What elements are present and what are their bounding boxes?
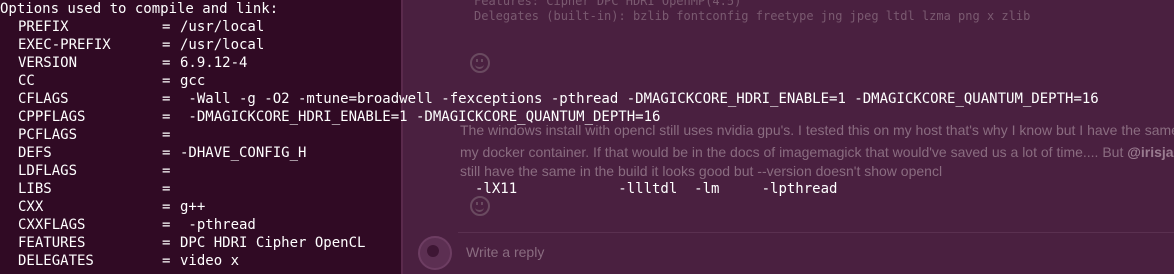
terminal-row: CPPFLAGS = -DMAGICKCORE_HDRI_ENABLE=1 -DM… (0, 108, 1174, 126)
option-key: CXX (18, 199, 44, 215)
option-equals: = (162, 91, 171, 107)
option-key: CPPFLAGS (18, 109, 86, 125)
option-value: g++ (180, 199, 206, 215)
option-equals: = (162, 199, 171, 215)
option-key: PREFIX (18, 19, 69, 35)
option-value: -pthread (180, 217, 256, 233)
option-value: gcc (180, 73, 206, 89)
option-value: -lX11 -llltdl -lm -lpthread (180, 181, 838, 197)
option-value: /usr/local (180, 19, 265, 35)
terminal-row: LIBS = -lX11 -llltdl -lm -lpthread (0, 180, 1174, 198)
terminal-row: CXX = g++ (0, 198, 1174, 216)
terminal-row: VERSION = 6.9.12-4 (0, 54, 1174, 72)
option-key: CFLAGS (18, 91, 69, 107)
option-equals: = (162, 217, 171, 233)
option-key: FEATURES (18, 235, 86, 251)
option-key: LIBS (18, 181, 52, 197)
option-value: /usr/local (180, 37, 265, 53)
terminal-row: DELEGATES = video x (0, 252, 1174, 270)
option-equals: = (162, 19, 171, 35)
option-key: LDFLAGS (18, 163, 78, 179)
option-key: CC (18, 73, 35, 89)
bg-features-line: Features: Cipher DPC HDRI OpenMP(4.5) (474, 0, 742, 8)
option-value: -DHAVE_CONFIG_H (180, 145, 307, 161)
terminal-row: CXXFLAGS = -pthread (0, 216, 1174, 234)
terminal-row: LDFLAGS = (0, 162, 1174, 180)
option-value: video x (180, 253, 240, 269)
terminal-row: CC = gcc (0, 72, 1174, 90)
option-equals: = (162, 109, 171, 125)
option-value: -DMAGICKCORE_HDRI_ENABLE=1 -DMAGICKCORE_… (180, 109, 661, 125)
terminal-row: PCFLAGS = (0, 126, 1174, 144)
option-equals: = (162, 181, 171, 197)
option-key: EXEC-PREFIX (18, 37, 111, 53)
option-equals: = (162, 235, 171, 251)
option-key: CXXFLAGS (18, 217, 86, 233)
option-equals: = (162, 145, 171, 161)
option-key: VERSION (18, 55, 78, 71)
option-equals: = (162, 253, 171, 269)
terminal-row: PREFIX = /usr/local (0, 18, 1174, 36)
option-equals: = (162, 73, 171, 89)
option-equals: = (162, 163, 171, 179)
terminal-row: EXEC-PREFIX = /usr/local (0, 36, 1174, 54)
option-equals: = (162, 55, 171, 71)
option-key: DELEGATES (18, 253, 94, 269)
terminal-row: FEATURES = DPC HDRI Cipher OpenCL (0, 234, 1174, 252)
terminal-output: Options used to compile and link: PREFIX… (0, 0, 1099, 269)
option-value: -Wall -g -O2 -mtune=broadwell -fexceptio… (180, 91, 1099, 107)
terminal-row: CFLAGS = -Wall -g -O2 -mtune=broadwell -f… (0, 90, 1174, 108)
option-key: PCFLAGS (18, 127, 78, 143)
option-equals: = (162, 127, 171, 143)
option-equals: = (162, 37, 171, 53)
terminal-header: Options used to compile and link: (0, 1, 279, 17)
option-value: DPC HDRI Cipher OpenCL (180, 235, 366, 251)
terminal-row: DEFS = -DHAVE_CONFIG_H (0, 144, 1174, 162)
option-key: DEFS (18, 145, 52, 161)
option-value: 6.9.12-4 (180, 55, 248, 71)
